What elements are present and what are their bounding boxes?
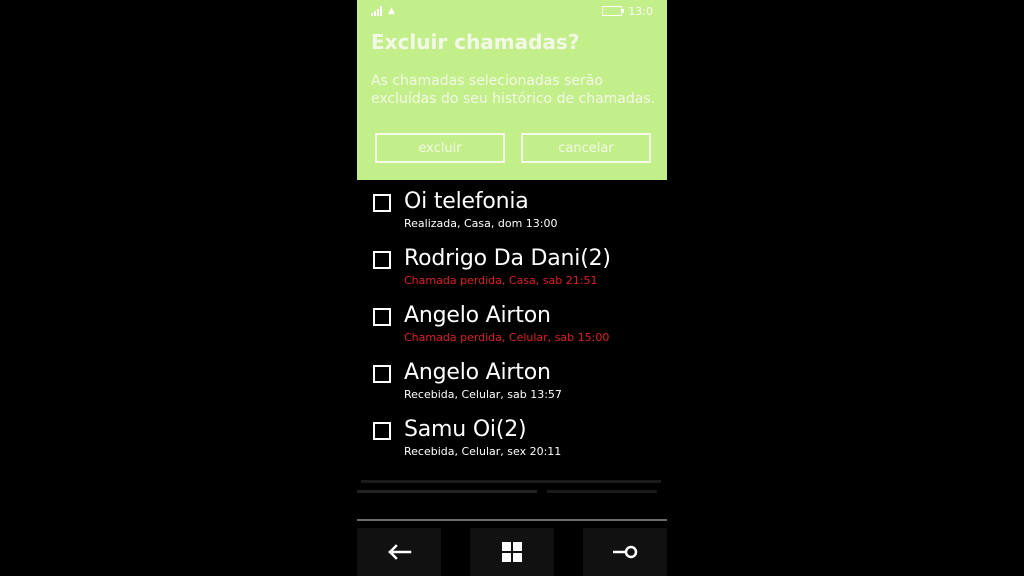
- start-button[interactable]: [470, 528, 554, 576]
- call-detail: Recebida, Celular, sex 20:11: [404, 445, 562, 458]
- call-item[interactable]: Samu Oi(2) Recebida, Celular, sex 20:11: [357, 414, 667, 471]
- signal-icon: [371, 6, 382, 16]
- contact-name: Angelo Airton: [404, 303, 551, 328]
- battery-icon: [602, 6, 625, 16]
- call-history-list: Oi telefonia Realizada, Casa, dom 13:00 …: [357, 186, 667, 471]
- dialog-title: Excluir chamadas?: [371, 30, 580, 54]
- back-arrow-icon: [388, 544, 412, 560]
- app-bar-divider: [357, 519, 667, 521]
- call-item[interactable]: Angelo Airton Recebida, Celular, sab 13:…: [357, 357, 667, 414]
- delete-calls-dialog: ▲ 13:0 Excluir chamadas? As chamadas sel…: [357, 0, 667, 180]
- delete-button[interactable]: excluir: [375, 133, 505, 163]
- compression-artifact: [357, 478, 667, 504]
- navigation-bar: [357, 528, 667, 576]
- phone-screen: ▲ 13:0 Excluir chamadas? As chamadas sel…: [357, 0, 667, 576]
- select-checkbox[interactable]: [373, 194, 391, 212]
- contact-name: Rodrigo Da Dani(2): [404, 246, 611, 271]
- call-detail: Chamada perdida, Casa, sab 21:51: [404, 274, 598, 287]
- contact-name: Angelo Airton: [404, 360, 551, 385]
- status-bar: ▲ 13:0: [371, 4, 653, 18]
- call-item[interactable]: Rodrigo Da Dani(2) Chamada perdida, Casa…: [357, 243, 667, 300]
- cancel-button[interactable]: cancelar: [521, 133, 651, 163]
- call-detail: Recebida, Celular, sab 13:57: [404, 388, 562, 401]
- windows-logo-icon: [502, 542, 522, 562]
- network-icon: ▲: [388, 6, 395, 16]
- search-icon: [613, 545, 638, 559]
- contact-name: Samu Oi(2): [404, 417, 527, 442]
- status-time: 13:0: [628, 4, 653, 18]
- select-checkbox[interactable]: [373, 365, 391, 383]
- search-button[interactable]: [583, 528, 667, 576]
- call-item[interactable]: Oi telefonia Realizada, Casa, dom 13:00: [357, 186, 667, 243]
- select-checkbox[interactable]: [373, 251, 391, 269]
- select-checkbox[interactable]: [373, 422, 391, 440]
- back-button[interactable]: [357, 528, 441, 576]
- select-checkbox[interactable]: [373, 308, 391, 326]
- call-detail: Chamada perdida, Celular, sab 15:00: [404, 331, 610, 344]
- call-detail: Realizada, Casa, dom 13:00: [404, 217, 558, 230]
- call-item[interactable]: Angelo Airton Chamada perdida, Celular, …: [357, 300, 667, 357]
- contact-name: Oi telefonia: [404, 189, 529, 214]
- dialog-message: As chamadas selecionadas serão excluídas…: [371, 73, 656, 107]
